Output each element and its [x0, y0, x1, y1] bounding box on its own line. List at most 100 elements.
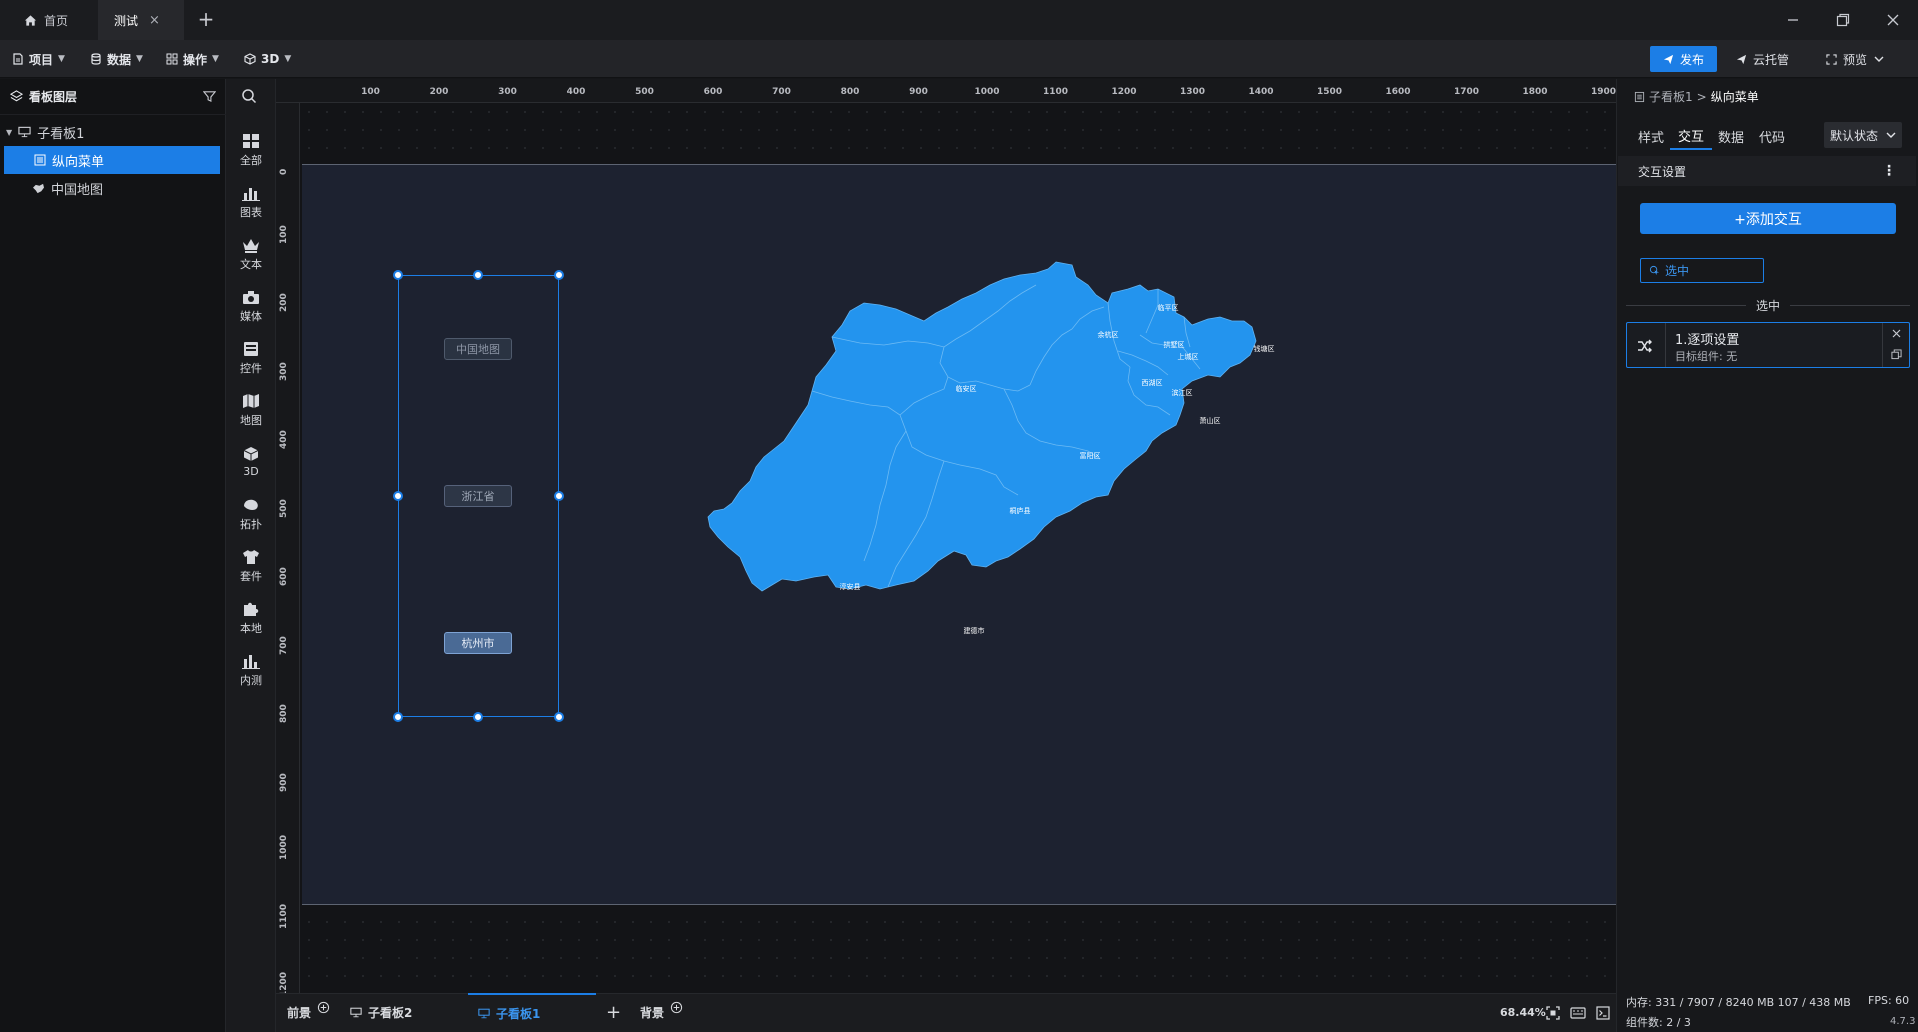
ruler-top-tick-label: 400 [566, 87, 586, 97]
tab-interaction[interactable]: 交互 [1670, 122, 1713, 150]
more-vertical-icon[interactable]: ⋮ [1882, 163, 1896, 179]
menu-operation[interactable]: 操作 ▼ [166, 40, 219, 78]
sub-board1-label: 子看板1 [496, 1007, 541, 1021]
tab-code[interactable]: 代码 [1759, 122, 1785, 150]
cloud-host-button[interactable]: 云托管 [1736, 46, 1789, 72]
ruler-left-tick-label: 1100 [279, 903, 289, 929]
resize-handle-b[interactable] [473, 712, 483, 722]
chevron-down-icon: ▼ [284, 54, 292, 64]
background-tab[interactable]: 背景 [640, 993, 683, 1032]
menu-button-china-map[interactable]: 中国地图 [444, 338, 512, 360]
breadcrumb-parent[interactable]: 子看板1 [1649, 88, 1693, 105]
section-title: 交互设置 [1638, 164, 1687, 179]
grid-icon [166, 53, 178, 65]
category-topology[interactable]: 拓扑 [226, 488, 276, 540]
category-map[interactable]: 地图 [226, 384, 276, 436]
category-media[interactable]: 媒体 [226, 280, 276, 332]
add-interaction-button[interactable]: +添加交互 [1640, 203, 1896, 234]
window-close-button[interactable] [1870, 0, 1916, 40]
category-3d[interactable]: 3D [226, 436, 276, 488]
menu-3d[interactable]: 3D ▼ [244, 40, 291, 78]
filter-icon[interactable] [203, 90, 216, 103]
category-local[interactable]: 本地 [226, 592, 276, 644]
category-label: 全部 [240, 153, 262, 167]
minimize-button[interactable] [1770, 0, 1816, 40]
copy-icon[interactable] [1891, 349, 1902, 360]
layer-item-vertical-menu[interactable]: 纵向菜单 [4, 146, 220, 174]
state-select[interactable]: 默认状态 [1824, 122, 1902, 148]
preview-button[interactable]: 预览 [1826, 46, 1885, 72]
close-icon[interactable] [1892, 329, 1901, 338]
ruler-top-tick-label: 1600 [1385, 87, 1411, 97]
ruler-top-tick-label: 800 [840, 87, 860, 97]
fit-screen-icon[interactable] [1546, 1005, 1560, 1020]
restore-button[interactable] [1820, 0, 1866, 40]
component-count: 组件数: 2 / 3 [1626, 1016, 1691, 1029]
resize-handle-br[interactable] [554, 712, 564, 722]
grid-icon [243, 133, 259, 148]
search-icon[interactable] [241, 88, 257, 104]
category-chart[interactable]: 图表 [226, 176, 276, 228]
add-circle-icon[interactable] [670, 1001, 683, 1014]
tab-home-label: 首页 [44, 13, 69, 28]
add-board-plus-icon[interactable]: + [606, 993, 621, 1032]
add-circle-icon[interactable] [317, 1001, 330, 1014]
beta-chart-icon [242, 654, 260, 669]
zoom-level[interactable]: 68.44% [1500, 993, 1546, 1032]
category-label: 文本 [240, 257, 262, 271]
trigger-chip-label: 选中 [1665, 264, 1690, 278]
foreground-tab[interactable]: 前景 [287, 993, 330, 1032]
resize-handle-tr[interactable] [554, 270, 564, 280]
ruler-top-tick-label: 700 [772, 87, 791, 97]
tab-data[interactable]: 数据 [1718, 122, 1744, 150]
cube-icon [243, 447, 259, 461]
ruler-left-tick-label: 100 [279, 224, 289, 244]
tab-home[interactable]: 首页 [8, 0, 84, 40]
hangzhou-map[interactable]: 临平区 余杭区 临安区 钱塘区 拱墅区 上城区 西湖区 滨江区 萧山区 富阳区 … [700, 255, 1330, 735]
category-widget[interactable]: 控件 [226, 332, 276, 384]
publish-button[interactable]: 发布 [1650, 46, 1717, 72]
category-kit[interactable]: 套件 [226, 540, 276, 592]
label-xiaoshan: 萧山区 [1200, 416, 1221, 425]
layer-panel-header: 看板图层 [0, 79, 226, 115]
interaction-item[interactable]: 1.逐项设置 目标组件: 无 [1626, 322, 1910, 368]
new-tab-plus-icon[interactable]: + [196, 9, 216, 30]
keyboard-icon[interactable] [1570, 1006, 1586, 1019]
category-text[interactable]: 文本 [226, 228, 276, 280]
layer-item-label: 中国地图 [51, 182, 104, 198]
menu-data[interactable]: 数据 ▼ [90, 40, 143, 78]
category-all[interactable]: 全部 [226, 124, 276, 176]
trigger-chip-selected[interactable]: 选中 [1640, 258, 1764, 283]
board-icon [478, 1008, 490, 1019]
resize-handle-l[interactable] [393, 491, 403, 501]
terminal-icon[interactable] [1596, 1005, 1610, 1020]
resize-handle-t[interactable] [473, 270, 483, 280]
sub-board1-tab[interactable]: 子看板1 [468, 993, 596, 1032]
ruler-top-tick-label: 200 [429, 87, 449, 97]
resize-handle-r[interactable] [554, 491, 564, 501]
label-tonglu: 桐庐县 [1010, 506, 1031, 515]
close-icon[interactable]: × [149, 13, 160, 28]
tab-style[interactable]: 样式 [1638, 122, 1664, 150]
bar-chart-icon [242, 187, 260, 201]
ruler-left-tick-label: 800 [279, 704, 289, 723]
layer-item-china-map[interactable]: 中国地图 [4, 174, 220, 202]
sub-board2-tab[interactable]: 子看板2 [350, 993, 412, 1032]
tab-style-label: 样式 [1638, 130, 1665, 146]
menu-project[interactable]: 项目 ▼ [12, 40, 65, 78]
caret-down-icon[interactable]: ▼ [6, 128, 12, 137]
resize-handle-bl[interactable] [393, 712, 403, 722]
category-beta[interactable]: 内测 [226, 644, 276, 696]
tab-test[interactable]: 测试 × [98, 0, 184, 40]
resize-handle-tl[interactable] [393, 270, 403, 280]
layer-item-board1[interactable]: ▼ 子看板1 [4, 118, 220, 146]
menu-button-zhejiang[interactable]: 浙江省 [444, 485, 512, 507]
map-icon [243, 393, 259, 408]
ruler-left: 0 100 200 300 400 500 600 700 800 900 1000 1100 1200 [276, 103, 300, 997]
layer-panel-title: 看板图层 [29, 90, 78, 104]
label-jiande: 建德市 [964, 626, 985, 635]
breadcrumb-current: 纵向菜单 [1710, 90, 1759, 104]
category-label: 媒体 [240, 309, 262, 323]
menu-button-hangzhou[interactable]: 杭州市 [444, 632, 512, 654]
ruler-top-tick-label: 300 [498, 87, 517, 97]
